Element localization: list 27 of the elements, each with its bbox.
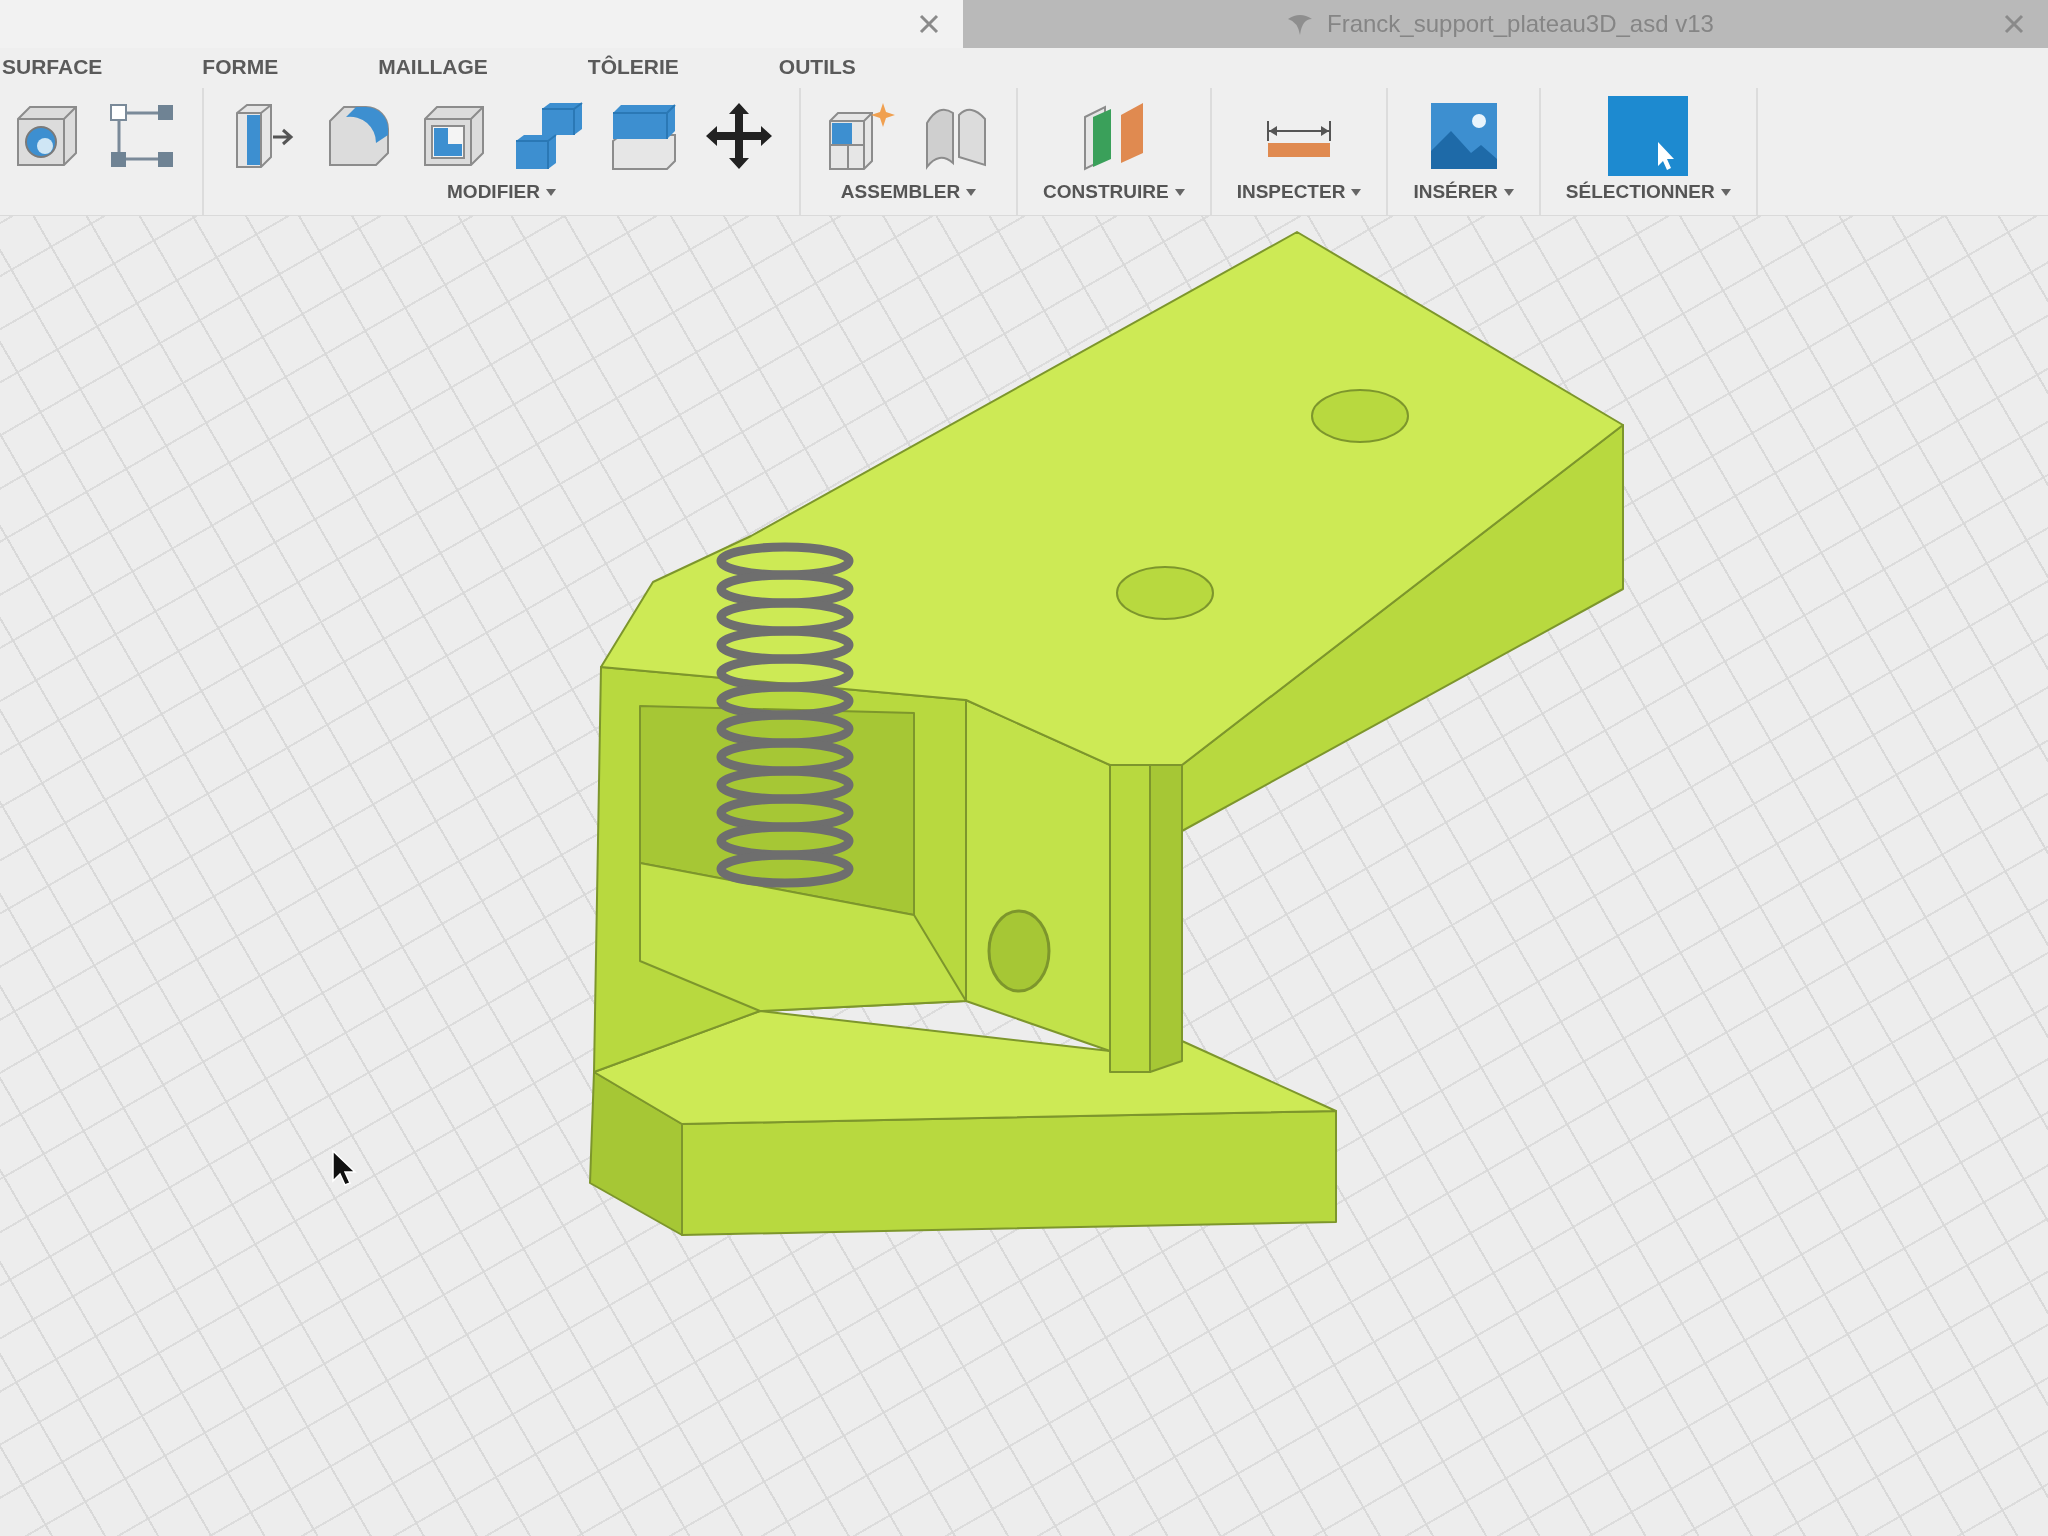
caret-icon (1174, 188, 1185, 196)
cursor-icon (332, 1149, 357, 1186)
toolbar-tab[interactable]: FORME (202, 52, 279, 84)
group-menu-button[interactable]: CONSTRUIRE (1043, 181, 1185, 203)
close-icon[interactable] (2004, 14, 2024, 34)
toolbar-tab[interactable]: TÔLERIE (587, 52, 679, 84)
caret-icon (1351, 188, 1362, 196)
caret-icon (545, 188, 556, 196)
select-cursor-icon[interactable] (1608, 96, 1689, 176)
move-arrows-icon[interactable] (704, 101, 774, 171)
group-menu-button[interactable]: MODIFIER (447, 181, 556, 203)
stacked-cubes-icon[interactable] (514, 101, 584, 171)
caret-icon (1503, 188, 1514, 196)
group-menu-button[interactable]: SÉLECTIONNER (1565, 181, 1731, 203)
group-menu-button[interactable]: ASSEMBLER (840, 181, 977, 203)
toolbar-tab[interactable]: SURFACE (2, 52, 103, 84)
group-menu-button[interactable]: INSÉRER (1413, 181, 1514, 203)
toolbar-tab[interactable]: MAILLAGE (378, 52, 488, 84)
layered-block-icon[interactable] (609, 101, 679, 171)
toolbar-tab[interactable]: OUTILS (778, 52, 856, 84)
group-menu-button[interactable]: INSPECTER (1236, 181, 1362, 203)
close-icon[interactable] (919, 14, 939, 34)
caret-icon (1720, 188, 1731, 196)
image-icon[interactable] (1428, 101, 1499, 171)
new-component-icon[interactable] (826, 101, 896, 171)
caret-icon (966, 188, 977, 196)
document-icon (1287, 13, 1313, 35)
